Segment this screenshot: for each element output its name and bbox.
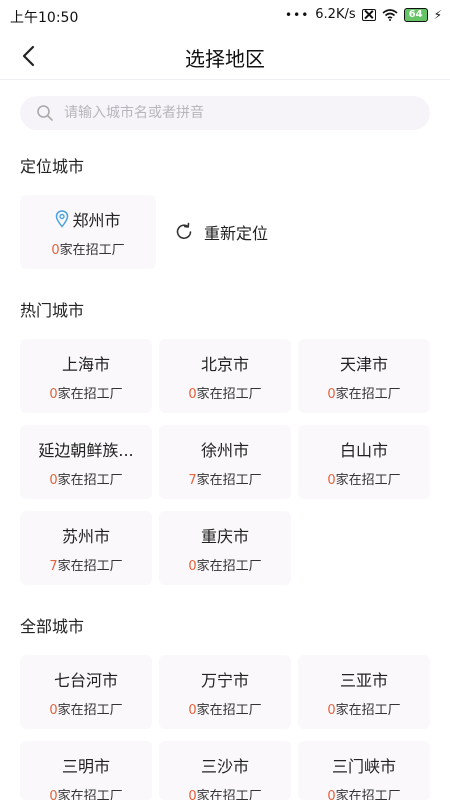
- city-name: 上海市: [61, 355, 110, 374]
- count-number: 0: [188, 789, 197, 800]
- page-title: 选择地区: [185, 47, 265, 71]
- count-suffix: 家在招工厂: [57, 703, 123, 718]
- city-count: 0家在招工厂: [20, 469, 152, 488]
- city-count: 0家在招工厂: [20, 699, 152, 718]
- nav-bar: 选择地区: [0, 32, 450, 80]
- city-card[interactable]: 三亚市 0家在招工厂: [298, 655, 430, 729]
- city-card[interactable]: 白山市 0家在招工厂: [298, 425, 430, 499]
- city-card[interactable]: 北京市 0家在招工厂: [159, 339, 291, 413]
- city-card[interactable]: 上海市 0家在招工厂: [20, 339, 152, 413]
- city-card[interactable]: 三门峡市 0家在招工厂: [298, 741, 430, 800]
- located-city-name-row: 郑州市: [20, 207, 156, 231]
- count-number: 0: [327, 703, 336, 718]
- relocate-button[interactable]: 重新定位: [174, 220, 268, 244]
- city-card[interactable]: 重庆市 0家在招工厂: [159, 511, 291, 585]
- count-number: 0: [49, 789, 58, 800]
- city-count: 0家在招工厂: [159, 699, 291, 718]
- city-count: 7家在招工厂: [20, 555, 152, 574]
- city-name: 延边朝鲜族...: [38, 441, 134, 460]
- city-card[interactable]: 三明市 0家在招工厂: [20, 741, 152, 800]
- located-city-card[interactable]: 郑州市 0家在招工厂: [20, 195, 156, 269]
- city-count: 0家在招工厂: [159, 555, 291, 574]
- count-suffix: 家在招工厂: [335, 703, 401, 718]
- city-name: 重庆市: [200, 527, 249, 546]
- city-card[interactable]: 苏州市 7家在招工厂: [20, 511, 152, 585]
- count-suffix: 家在招工厂: [196, 473, 262, 488]
- count-number: 7: [49, 559, 58, 574]
- city-count: 0家在招工厂: [298, 785, 430, 800]
- city-card[interactable]: 天津市 0家在招工厂: [298, 339, 430, 413]
- count-number: 0: [188, 387, 197, 402]
- all-cities-heading: 全部城市: [20, 617, 85, 636]
- city-name: 三沙市: [200, 757, 249, 776]
- status-time: 上午10:50: [10, 10, 79, 26]
- count-number: 0: [327, 473, 336, 488]
- city-name: 苏州市: [61, 527, 110, 546]
- search-icon: [37, 105, 53, 121]
- battery-icon: 64: [403, 7, 428, 22]
- city-name: 七台河市: [53, 671, 118, 690]
- count-number: 0: [49, 703, 58, 718]
- count-suffix: 家在招工厂: [59, 243, 125, 258]
- count-suffix: 家在招工厂: [57, 387, 123, 402]
- city-card[interactable]: 徐州市 7家在招工厂: [159, 425, 291, 499]
- located-city-count: 0家在招工厂: [20, 239, 156, 258]
- sim-disabled-icon: [361, 8, 376, 21]
- count-suffix: 家在招工厂: [196, 387, 262, 402]
- count-number: 0: [49, 387, 58, 402]
- city-count: 0家在招工厂: [298, 699, 430, 718]
- charging-icon: ⚡: [433, 7, 442, 22]
- city-count: 7家在招工厂: [159, 469, 291, 488]
- status-bar: 上午10:50 ••• 6.2K/s 64 ⚡: [0, 0, 450, 32]
- signal-dots-icon: •••: [285, 7, 310, 22]
- count-suffix: 家在招工厂: [335, 387, 401, 402]
- count-suffix: 家在招工厂: [196, 559, 262, 574]
- count-suffix: 家在招工厂: [335, 789, 401, 800]
- city-count: 0家在招工厂: [298, 469, 430, 488]
- count-suffix: 家在招工厂: [335, 473, 401, 488]
- city-count: 0家在招工厂: [159, 785, 291, 800]
- count-number: 0: [49, 473, 58, 488]
- search-bar[interactable]: [20, 96, 430, 130]
- count-suffix: 家在招工厂: [57, 559, 123, 574]
- count-number: 0: [327, 789, 336, 800]
- located-city-heading: 定位城市: [20, 157, 85, 176]
- count-number: 0: [327, 387, 336, 402]
- refresh-icon: [176, 222, 192, 240]
- city-name: 万宁市: [200, 671, 249, 690]
- city-name: 徐州市: [200, 441, 249, 460]
- count-number: 0: [51, 243, 60, 258]
- count-suffix: 家在招工厂: [57, 789, 123, 800]
- network-speed: 6.2K/s: [315, 7, 356, 22]
- city-count: 0家在招工厂: [159, 383, 291, 402]
- count-number: 7: [188, 473, 197, 488]
- city-card[interactable]: 三沙市 0家在招工厂: [159, 741, 291, 800]
- search-input[interactable]: [64, 96, 414, 130]
- city-card[interactable]: 万宁市 0家在招工厂: [159, 655, 291, 729]
- city-name: 三亚市: [339, 671, 388, 690]
- count-number: 0: [188, 703, 197, 718]
- hot-cities-heading: 热门城市: [20, 301, 85, 320]
- relocate-label: 重新定位: [204, 224, 269, 243]
- city-count: 0家在招工厂: [20, 383, 152, 402]
- count-number: 0: [188, 559, 197, 574]
- count-suffix: 家在招工厂: [196, 703, 262, 718]
- count-suffix: 家在招工厂: [196, 789, 262, 800]
- location-pin-icon: [56, 210, 69, 228]
- status-icons: ••• 6.2K/s 64 ⚡: [285, 7, 442, 22]
- city-count: 0家在招工厂: [298, 383, 430, 402]
- city-name: 白山市: [339, 441, 388, 460]
- city-name: 北京市: [200, 355, 249, 374]
- city-name: 三明市: [61, 757, 110, 776]
- city-count: 0家在招工厂: [20, 785, 152, 800]
- count-suffix: 家在招工厂: [57, 473, 123, 488]
- city-card[interactable]: 延边朝鲜族... 0家在招工厂: [20, 425, 152, 499]
- wifi-icon: [382, 8, 398, 21]
- city-card[interactable]: 七台河市 0家在招工厂: [20, 655, 152, 729]
- located-city-name: 郑州市: [72, 211, 121, 230]
- city-name: 天津市: [339, 355, 388, 374]
- city-name: 三门峡市: [331, 757, 396, 776]
